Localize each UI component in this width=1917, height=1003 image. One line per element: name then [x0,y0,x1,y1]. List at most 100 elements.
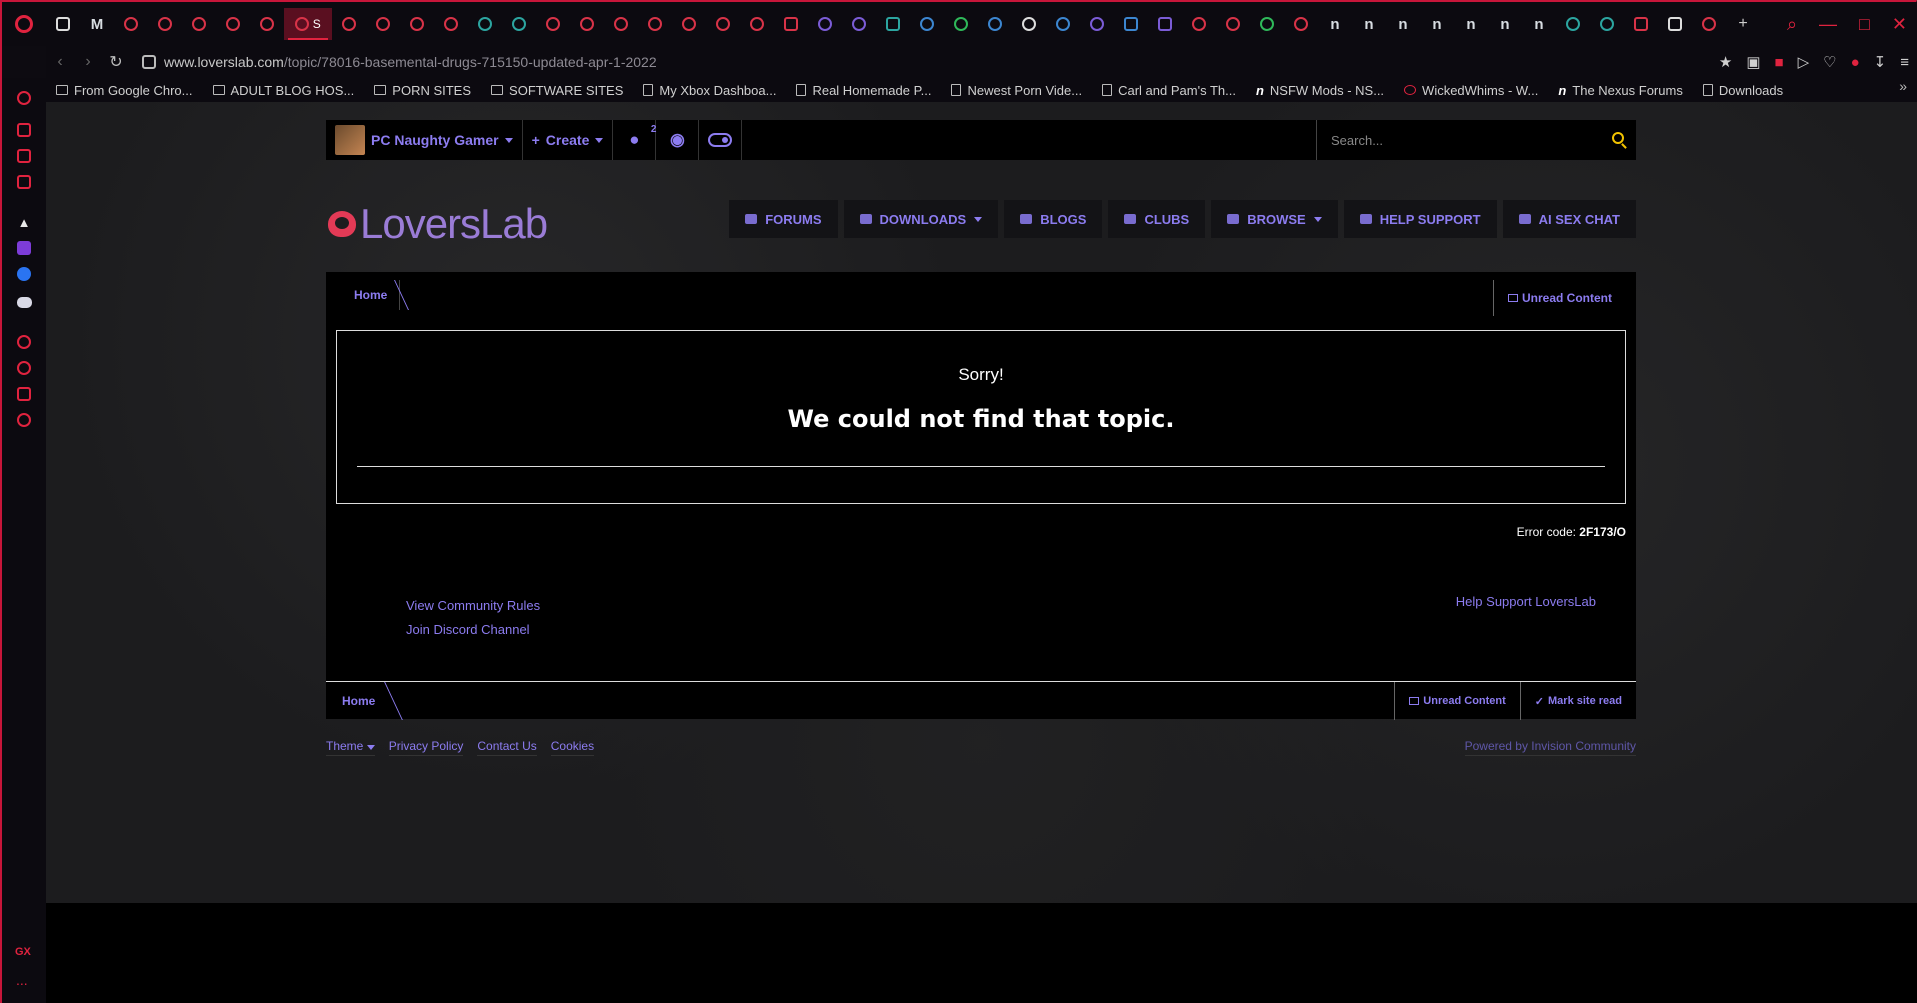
tab[interactable]: n [1522,8,1556,40]
bookmark-item[interactable]: Downloads [1693,83,1793,98]
maximize-icon[interactable]: □ [1859,14,1870,35]
twitch-icon[interactable] [16,240,32,256]
gx-mod-icon[interactable] [16,174,32,190]
heart-icon[interactable]: ♡ [1823,53,1836,71]
bookmark-item[interactable]: From Google Chro... [46,83,203,98]
messages-button[interactable]: ◉ [656,120,700,160]
privacy-policy-link[interactable]: Privacy Policy [388,739,464,756]
cookies-link[interactable]: Cookies [550,739,595,756]
bookmark-item[interactable]: Real Homemade P... [786,83,941,98]
create-button[interactable]: + Create [523,120,614,160]
minimize-icon[interactable]: — [1819,14,1837,35]
tab[interactable] [366,8,400,40]
bookmark-item[interactable]: PORN SITES [364,83,481,98]
search-icon[interactable] [1612,132,1624,144]
tab-active[interactable]: S [284,8,332,40]
tab[interactable] [1590,8,1624,40]
tab[interactable] [672,8,706,40]
chevron-right-icon[interactable]: » [1899,78,1907,94]
reload-icon[interactable]: ↻ [102,52,130,72]
nav-downloads[interactable]: DOWNLOADS [843,200,999,238]
search-tabs-icon[interactable]: ⌕ [1787,14,1797,35]
tab[interactable] [148,8,182,40]
tab[interactable] [1012,8,1046,40]
tab[interactable]: n [1420,8,1454,40]
discord-link[interactable]: Join Discord Channel [406,618,540,642]
profile-icon[interactable]: ● [1851,54,1860,71]
extensions-icon[interactable] [16,386,32,402]
bookmark-item[interactable]: n NSFW Mods - NS... [1246,83,1394,98]
tab[interactable] [502,8,536,40]
theme-toggle[interactable] [699,120,743,160]
url-field[interactable]: www.loverslab.com/topic/78016-basemental… [164,54,657,70]
tab[interactable] [1250,8,1284,40]
new-tab-button[interactable]: + [1726,8,1760,40]
close-icon[interactable]: ✕ [1892,14,1907,35]
nav-ai-sex-chat[interactable]: AI SEX CHAT [1502,200,1636,238]
powered-by-link[interactable]: Powered by Invision Community [1464,739,1636,756]
user-menu[interactable]: PC Naughty Gamer [326,120,523,160]
tab[interactable] [46,8,80,40]
gx-label[interactable]: GX [15,946,31,958]
tab[interactable] [1148,8,1182,40]
notifications-button[interactable]: ● 2 [613,120,657,160]
player-icon[interactable] [16,334,32,350]
tab[interactable] [978,8,1012,40]
tab[interactable] [876,8,910,40]
tab[interactable]: n [1454,8,1488,40]
tab[interactable] [468,8,502,40]
bookmark-item[interactable]: n The Nexus Forums [1548,83,1693,98]
tab[interactable] [182,8,216,40]
tab[interactable] [400,8,434,40]
discord-icon[interactable] [16,294,32,310]
tab[interactable] [910,8,944,40]
shield-icon[interactable]: ■ [1775,54,1784,71]
speed-dial-icon[interactable] [16,90,32,106]
community-rules-link[interactable]: View Community Rules [406,594,540,618]
tab[interactable] [216,8,250,40]
mark-site-read-button[interactable]: ✓ Mark site read [1519,682,1636,720]
tab[interactable] [706,8,740,40]
tab[interactable]: n [1386,8,1420,40]
tab[interactable] [250,8,284,40]
search-input[interactable] [1331,132,1601,148]
tab[interactable] [1692,8,1726,40]
send-icon[interactable]: ▷ [1798,53,1810,71]
breadcrumb-home[interactable]: Home [342,682,375,720]
easy-setup-icon[interactable]: ≡ [1900,54,1909,71]
tab[interactable]: M [80,8,114,40]
bookmark-item[interactable]: WickedWhims - W... [1394,83,1548,98]
site-logo[interactable]: LoversLab [326,200,548,248]
messenger-icon[interactable] [16,266,32,282]
theme-menu[interactable]: Theme [326,739,375,756]
bookmark-item[interactable]: Carl and Pam's Th... [1092,83,1246,98]
aria-a-icon[interactable]: ▲ [16,214,32,230]
nav-browse[interactable]: BROWSE [1211,200,1338,238]
forward-icon[interactable]: › [74,53,102,71]
download-icon[interactable]: ↧ [1874,53,1887,71]
tab[interactable] [434,8,468,40]
tab[interactable] [638,8,672,40]
tab[interactable] [1284,8,1318,40]
tab[interactable] [1216,8,1250,40]
contact-us-link[interactable]: Contact Us [477,739,537,756]
bookmark-item[interactable]: Newest Porn Vide... [941,83,1092,98]
history-icon[interactable] [16,360,32,376]
tab[interactable] [1182,8,1216,40]
bookmark-icon[interactable]: ★ [1719,53,1732,71]
tab[interactable] [1624,8,1658,40]
tab[interactable] [1046,8,1080,40]
snapshot-icon[interactable]: ▣ [1746,53,1760,71]
twitch-gx-icon[interactable] [16,148,32,164]
nav-help-support[interactable]: HELP SUPPORT [1343,200,1497,238]
tab[interactable] [740,8,774,40]
settings-icon[interactable] [16,412,32,428]
opera-menu-button[interactable] [2,2,46,46]
tab[interactable] [842,8,876,40]
tab[interactable] [944,8,978,40]
tab[interactable] [1658,8,1692,40]
nav-forums[interactable]: FORUMS [729,200,838,238]
tab[interactable] [1556,8,1590,40]
tab[interactable] [774,8,808,40]
nav-blogs[interactable]: BLOGS [1004,200,1103,238]
